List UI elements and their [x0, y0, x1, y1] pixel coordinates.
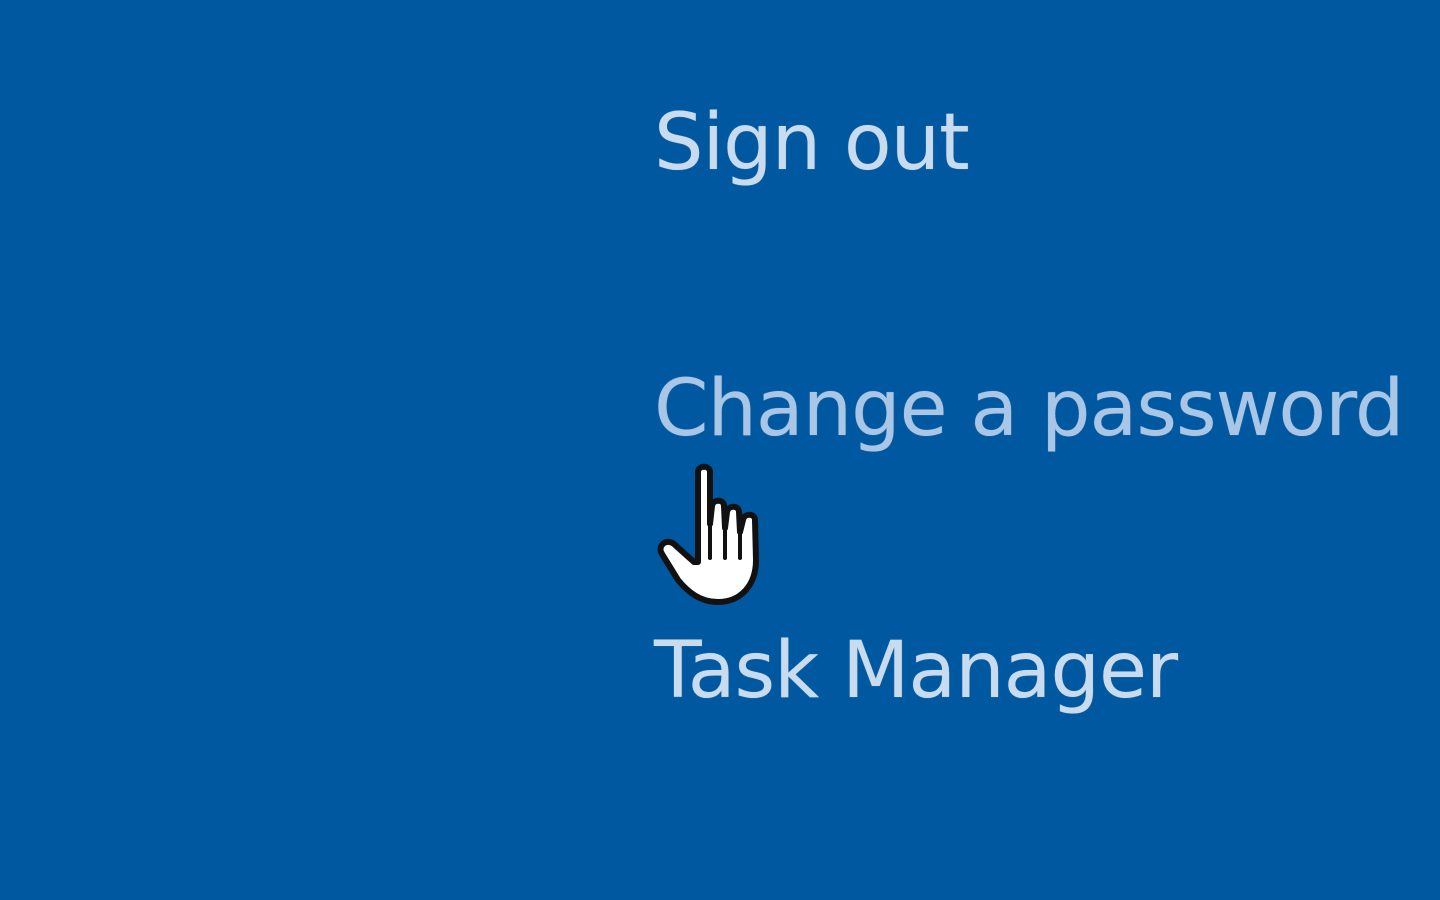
task-manager-link[interactable]: Task Manager — [654, 632, 1178, 710]
sign-out-link[interactable]: Sign out — [654, 104, 970, 182]
change-password-link[interactable]: Change a password — [654, 370, 1404, 448]
security-options-screen: Sign out Change a password Task Manager — [0, 0, 1440, 900]
hand-pointer-icon — [657, 463, 759, 605]
security-options-menu: Sign out Change a password Task Manager — [654, 0, 1440, 900]
